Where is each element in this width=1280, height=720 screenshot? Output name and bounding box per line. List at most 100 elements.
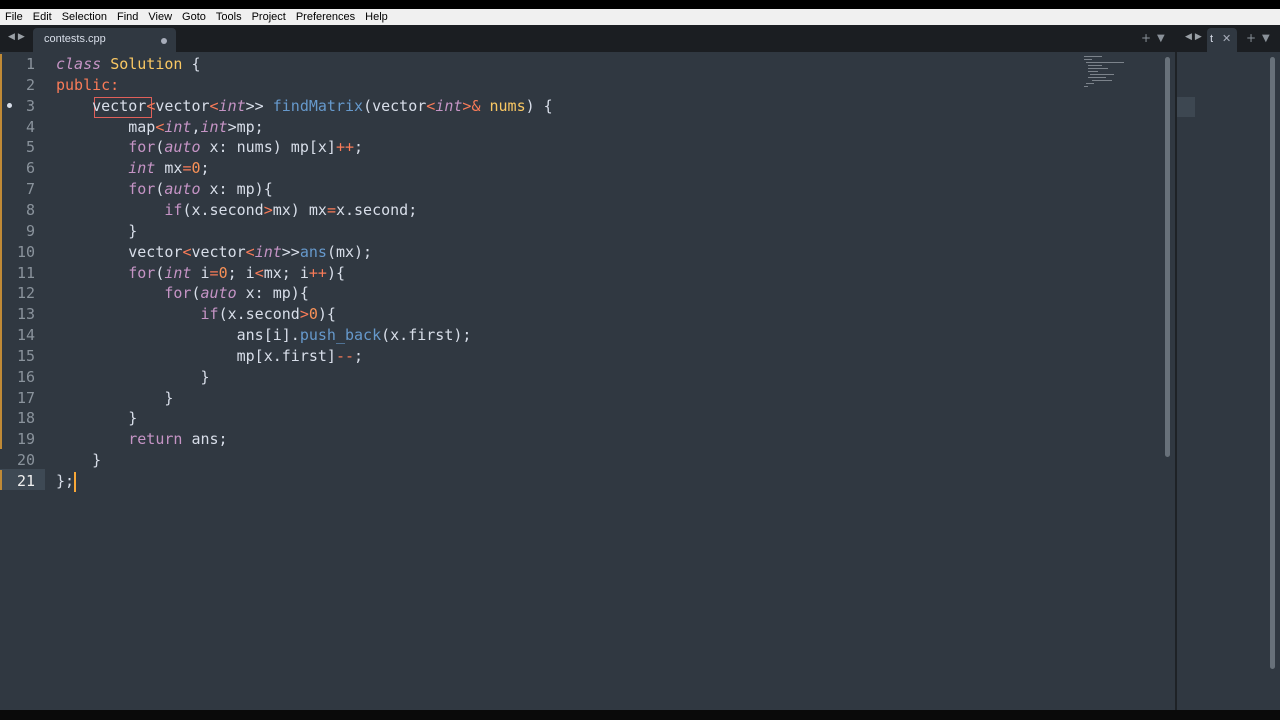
- minimap[interactable]: [1080, 54, 1130, 89]
- code-line[interactable]: class Solution {: [56, 54, 201, 75]
- close-icon[interactable]: ✕: [1222, 32, 1231, 45]
- code-line[interactable]: for(auto x: mp){: [56, 283, 309, 304]
- code-token: (x.second: [218, 305, 300, 324]
- code-token: <: [245, 242, 255, 261]
- code-token: public:: [56, 75, 120, 94]
- code-token: >: [263, 200, 273, 219]
- line-number: 2: [25, 75, 35, 94]
- code-line[interactable]: };: [56, 471, 74, 492]
- code-token: return: [128, 430, 183, 449]
- code-token: vector: [92, 96, 147, 115]
- unsaved-dot-icon[interactable]: [161, 38, 167, 44]
- code-token: 0: [308, 305, 318, 324]
- code-token: int: [200, 117, 228, 136]
- code-token: ){: [317, 305, 336, 324]
- line-number: 14: [16, 326, 35, 345]
- tab-nav-arrows-left[interactable]: ◀▶: [8, 32, 28, 42]
- code-line[interactable]: for(auto x: mp){: [56, 179, 273, 200]
- code-token: map: [56, 117, 156, 136]
- code-line[interactable]: }: [56, 367, 210, 388]
- new-tab-plus-icon[interactable]: +: [1141, 31, 1151, 45]
- code-line[interactable]: }: [56, 221, 137, 242]
- code-token: }: [56, 409, 138, 428]
- code-token: ) {: [525, 96, 553, 115]
- menu-selection[interactable]: Selection: [57, 9, 112, 25]
- code-token: <: [426, 96, 436, 115]
- line-number: 16: [16, 367, 35, 386]
- code-token: (: [191, 284, 201, 303]
- code-line[interactable]: }: [56, 388, 173, 409]
- code-token: x: mp){: [236, 284, 309, 303]
- code-line[interactable]: vector<vector<int>> findMatrix(vector<in…: [56, 96, 553, 117]
- code-line[interactable]: ans[i].push_back(x.first);: [56, 325, 472, 346]
- code-line[interactable]: mp[x.first]--;: [56, 346, 363, 367]
- right-pane-scrollbar[interactable]: [1270, 57, 1275, 669]
- code-token: if: [164, 200, 183, 219]
- menu-tools[interactable]: Tools: [211, 9, 247, 25]
- menu-edit[interactable]: Edit: [28, 9, 57, 25]
- line-number: 8: [25, 200, 35, 219]
- tab-nav-arrows-right[interactable]: ◀▶: [1185, 32, 1205, 42]
- code-line[interactable]: for(auto x: nums) mp[x]++;: [56, 137, 363, 158]
- tab-bar: ◀▶ contests.cpp + ▼ ◀▶ t ✕ + ▼: [0, 25, 1280, 52]
- code-token: mx) mx: [272, 200, 327, 219]
- code-token: ){: [326, 263, 345, 282]
- code-token: x.second;: [335, 200, 418, 219]
- code-token: (x.second: [182, 200, 264, 219]
- new-tab-plus-icon-right[interactable]: +: [1246, 31, 1256, 45]
- code-token: for: [128, 180, 156, 199]
- code-token: >>: [281, 242, 300, 261]
- code-token: <: [254, 263, 264, 282]
- code-token: &: [471, 96, 490, 115]
- code-line[interactable]: vector<vector<int>>ans(mx);: [56, 242, 372, 263]
- line-number: 6: [25, 159, 35, 178]
- code-token: (mx);: [326, 242, 373, 261]
- code-line[interactable]: if(x.second>0){: [56, 304, 336, 325]
- code-token: vector: [155, 96, 210, 115]
- menu-help[interactable]: Help: [360, 9, 393, 25]
- code-line[interactable]: int mx=0;: [56, 158, 209, 179]
- line-number: 17: [16, 388, 35, 407]
- code-token: for: [164, 284, 192, 303]
- code-line[interactable]: for(int i=0; i<mx; i++){: [56, 263, 345, 284]
- code-line[interactable]: if(x.second>mx) mx=x.second;: [56, 200, 417, 221]
- code-token: x: nums) mp[x]: [200, 138, 336, 157]
- editor-scrollbar[interactable]: [1165, 57, 1170, 457]
- code-token: }: [56, 221, 138, 240]
- code-token: Solution: [110, 55, 183, 73]
- code-token: int: [254, 242, 282, 261]
- menu-goto[interactable]: Goto: [177, 9, 211, 25]
- menu-view[interactable]: View: [143, 9, 177, 25]
- line-number: 10: [16, 242, 35, 261]
- tab-dropdown-icon-right[interactable]: ▼: [1262, 33, 1270, 44]
- code-token: for: [128, 263, 156, 282]
- tab-contests-cpp[interactable]: contests.cpp: [33, 28, 176, 52]
- code-token: ; i: [227, 263, 255, 282]
- code-token: nums: [489, 96, 526, 115]
- code-line[interactable]: map<int,int>mp;: [56, 117, 263, 138]
- menu-file[interactable]: File: [0, 9, 28, 25]
- code-line[interactable]: public:: [56, 75, 119, 96]
- tab-right-pane[interactable]: t ✕: [1207, 28, 1237, 52]
- code-token: int: [218, 96, 246, 115]
- code-line[interactable]: }: [56, 450, 101, 471]
- menu-find[interactable]: Find: [112, 9, 143, 25]
- code-line[interactable]: }: [56, 408, 137, 429]
- right-editor-pane[interactable]: [1177, 52, 1280, 710]
- menu-project[interactable]: Project: [247, 9, 291, 25]
- code-line[interactable]: return ans;: [56, 429, 227, 450]
- code-token: {: [182, 55, 201, 73]
- code-token: auto: [164, 138, 201, 157]
- code-token: };: [56, 472, 75, 490]
- code-editor[interactable]: 1 2 3 4 5 6 7 8 9 10 11 12 13 14 15 16 17 18 19 20 21 class …: [0, 52, 1175, 710]
- code-token: }: [56, 367, 210, 386]
- tab-dropdown-icon[interactable]: ▼: [1157, 33, 1165, 44]
- window-top-edge: [0, 0, 1280, 9]
- code-token: 0: [218, 263, 228, 282]
- code-token: ++: [308, 263, 327, 282]
- menu-preferences[interactable]: Preferences: [291, 9, 360, 25]
